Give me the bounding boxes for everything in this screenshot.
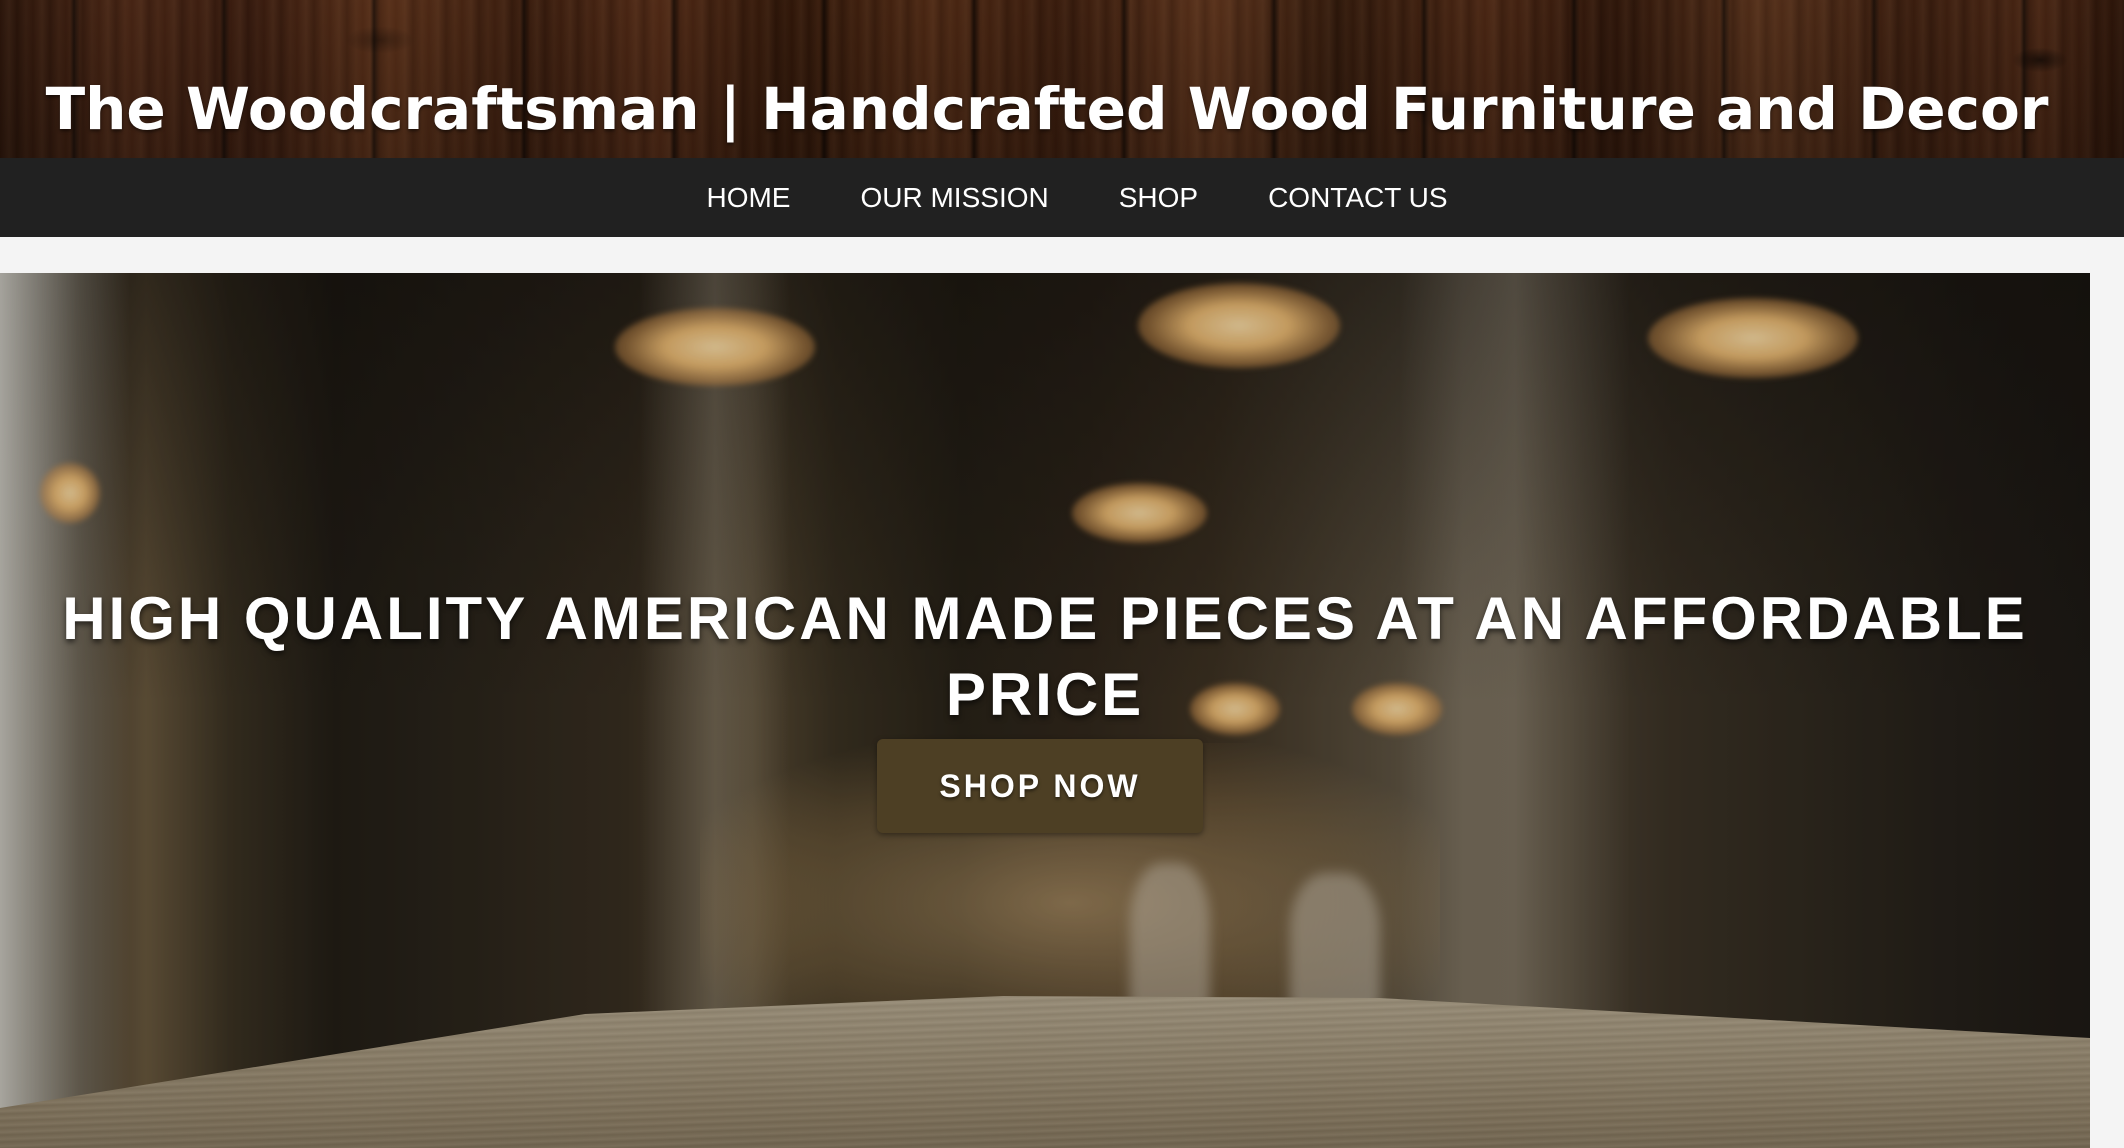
nav-item-home[interactable]: HOME [671, 182, 825, 214]
nav-item-shop[interactable]: SHOP [1084, 182, 1233, 214]
main-nav: HOME OUR MISSION SHOP CONTACT US [0, 158, 2124, 237]
site-header: The Woodcraftsman | Handcrafted Wood Fur… [0, 0, 2124, 158]
site-title: The Woodcraftsman | Handcrafted Wood Fur… [45, 74, 2049, 143]
page-gutter [2090, 237, 2124, 1148]
hero-headline: HIGH QUALITY AMERICAN MADE PIECES AT AN … [62, 585, 2028, 728]
nav-item-our-mission[interactable]: OUR MISSION [825, 182, 1083, 214]
shop-now-button[interactable]: SHOP NOW [877, 739, 1203, 833]
nav-list: HOME OUR MISSION SHOP CONTACT US [0, 158, 2124, 237]
hero-banner: HIGH QUALITY AMERICAN MADE PIECES AT AN … [0, 273, 2090, 1148]
nav-item-contact-us[interactable]: CONTACT US [1233, 182, 1482, 214]
